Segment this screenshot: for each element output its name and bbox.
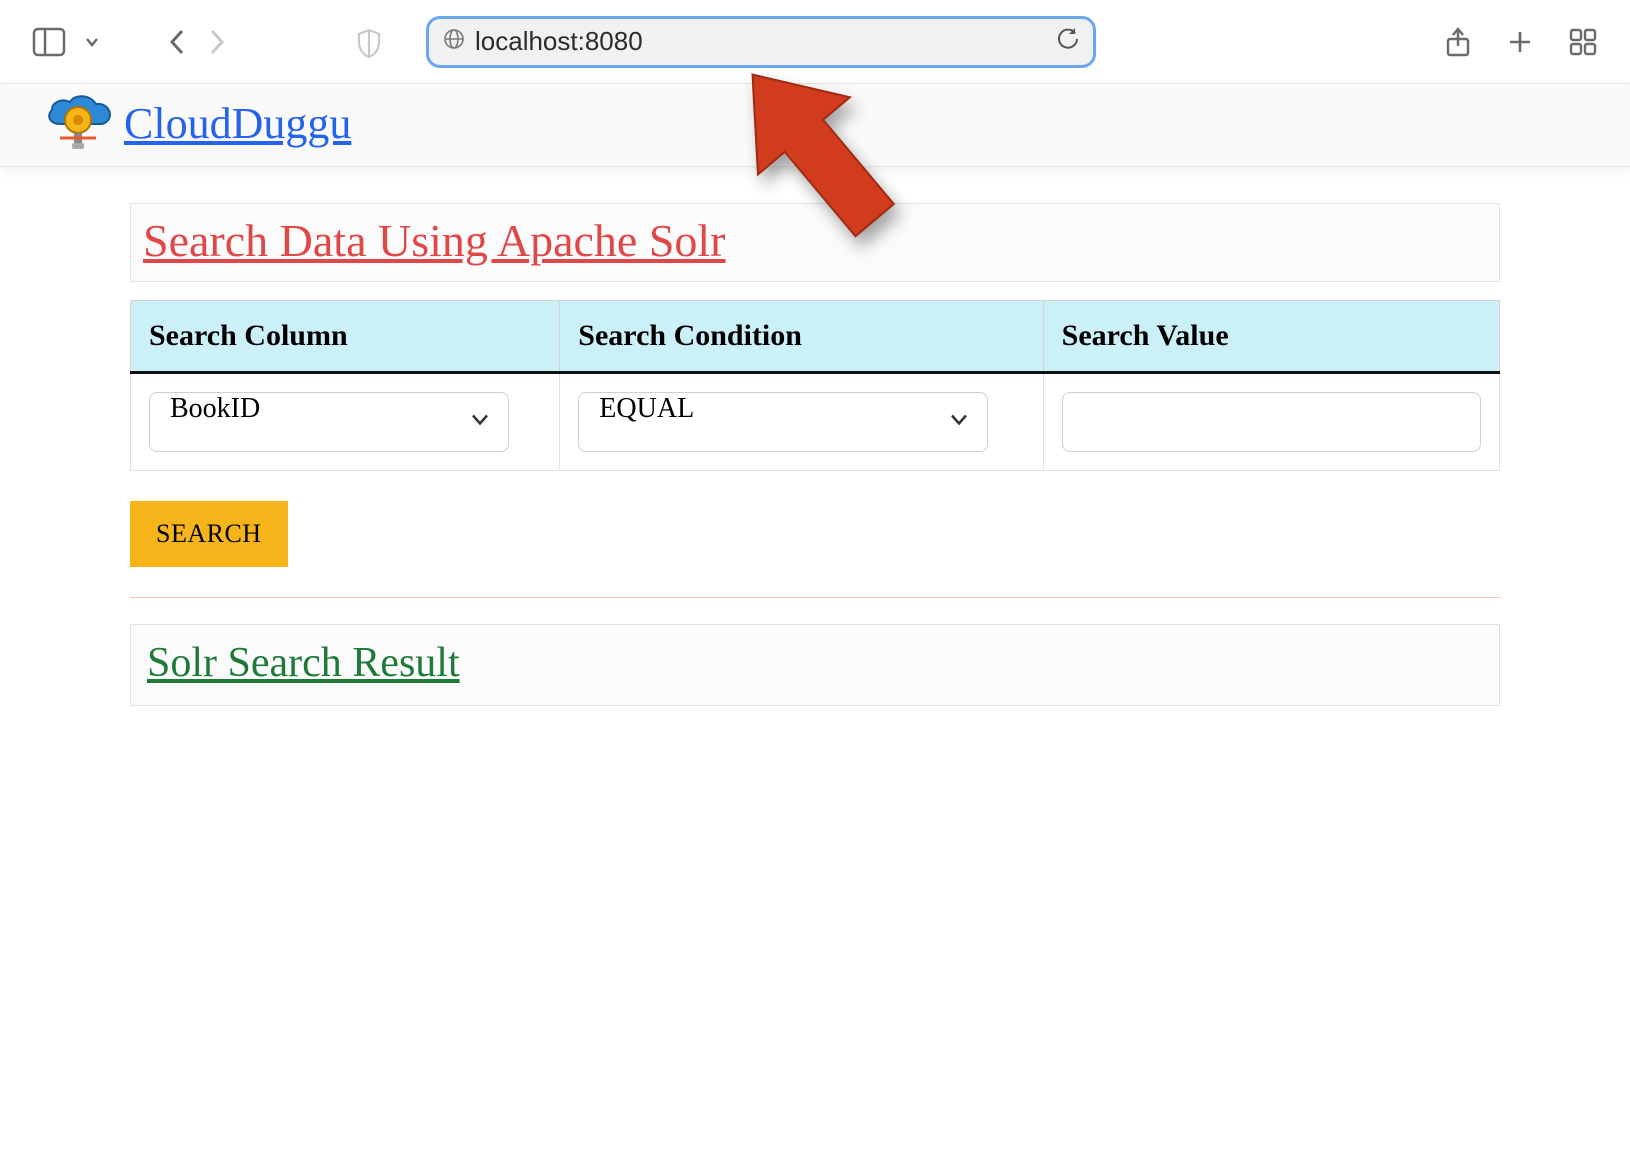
col-header-search-value: Search Value [1043,301,1499,373]
result-title: Solr Search Result [131,625,1499,705]
result-panel: Solr Search Result [130,624,1500,706]
globe-icon [443,28,465,55]
sidebar-toggle-icon[interactable] [32,27,66,57]
shield-icon[interactable] [356,28,382,58]
forward-icon[interactable] [206,27,228,57]
share-icon[interactable] [1444,26,1472,58]
tab-overview-icon[interactable] [1568,27,1598,57]
new-tab-icon[interactable] [1506,28,1534,56]
page-title: Search Data Using Apache Solr [131,204,1499,281]
page-header: CloudDuggu [0,84,1630,167]
divider [130,597,1500,598]
chevron-down-icon[interactable] [84,34,100,50]
address-bar[interactable]: localhost:8080 [426,16,1096,68]
browser-toolbar: localhost:8080 [0,0,1630,84]
search-value-input[interactable] [1062,392,1481,452]
brand-link[interactable]: CloudDuggu [124,98,351,149]
col-header-search-condition: Search Condition [560,301,1043,373]
brand-logo-icon [40,90,120,156]
table-row: BookID EQUAL [131,373,1500,471]
search-condition-select[interactable]: EQUAL [578,392,988,452]
search-panel: Search Data Using Apache Solr [130,203,1500,282]
url-text: localhost:8080 [475,26,1047,57]
search-column-select[interactable]: BookID [149,392,509,452]
col-header-search-column: Search Column [131,301,560,373]
reload-icon[interactable] [1057,28,1079,55]
search-button[interactable]: SEARCH [130,501,288,567]
search-table: Search Column Search Condition Search Va… [130,300,1500,471]
back-icon[interactable] [166,27,188,57]
